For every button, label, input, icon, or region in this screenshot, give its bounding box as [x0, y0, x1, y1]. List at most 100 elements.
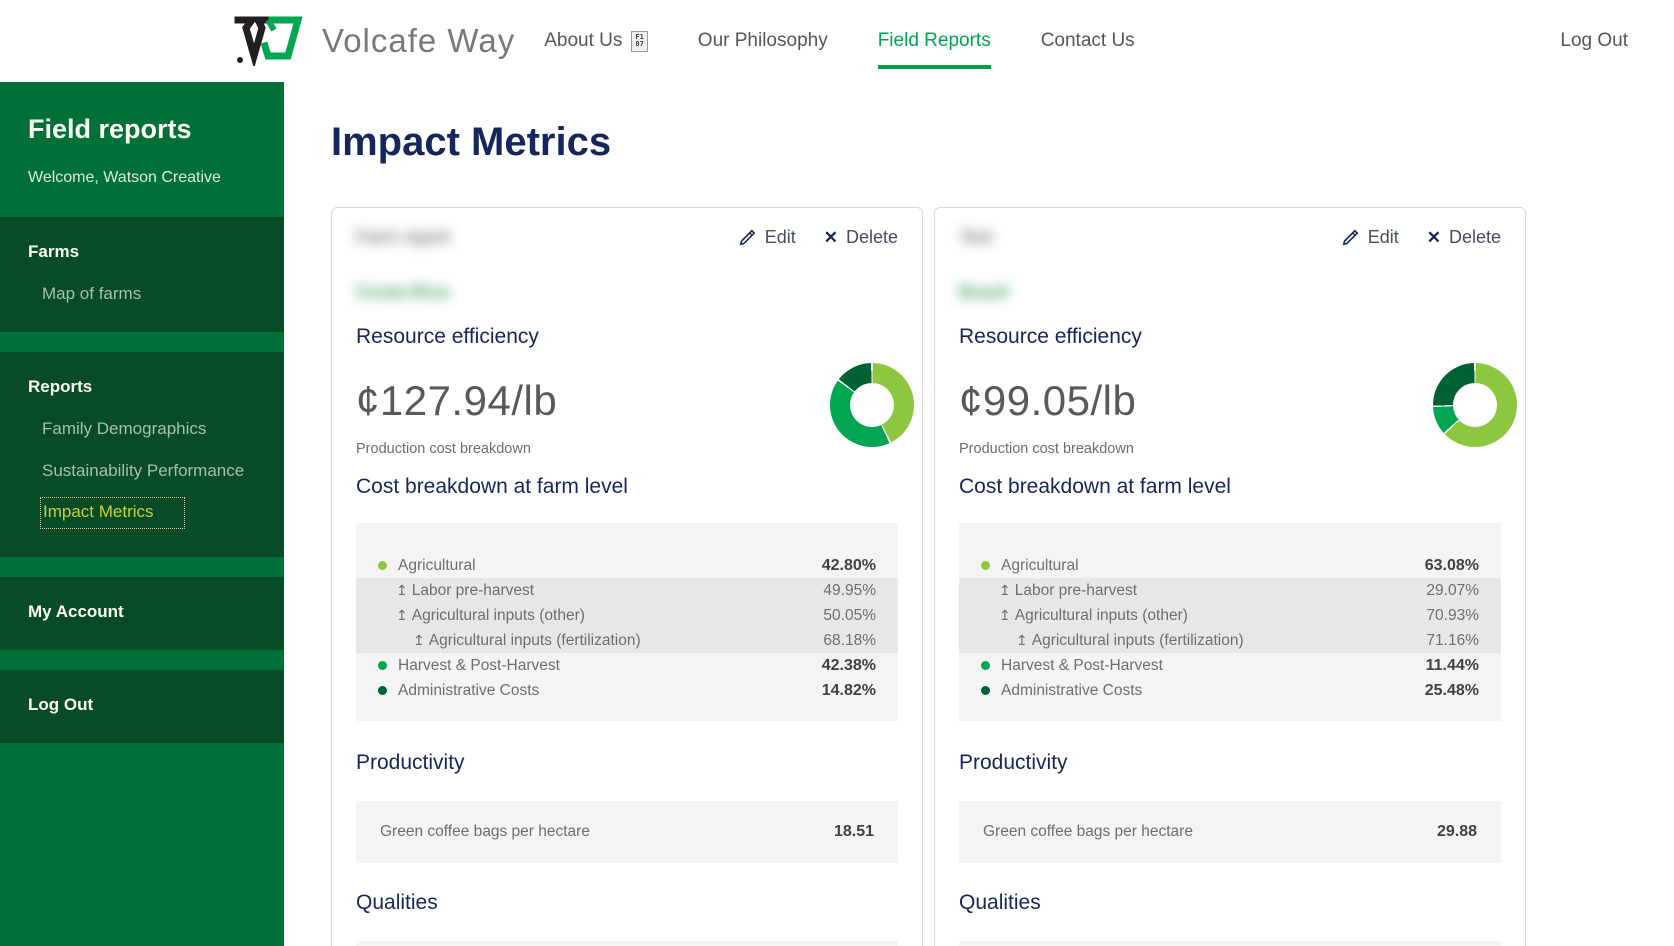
table-subrow: ↥ Agricultural inputs (other) 50.05%	[356, 603, 898, 628]
row-value: 14.82%	[822, 682, 876, 700]
card-1-productivity-heading: Productivity	[356, 751, 898, 775]
agricultural-bullet-icon	[378, 561, 387, 570]
sidebar-item-family-demographics[interactable]: Family Demographics	[42, 419, 256, 439]
brand-logo[interactable]: Volcafe Way	[232, 16, 515, 66]
table-row: Harvest & Post-Harvest 42.38%	[356, 653, 898, 678]
top-header: Volcafe Way About Us F1 07 Our Philosoph…	[0, 0, 1674, 82]
subrow-arrow-icon: ↥	[413, 632, 425, 649]
productivity-label: Green coffee bags per hectare	[983, 823, 1193, 841]
card-2-productivity-panel: Green coffee bags per hectare 29.88	[959, 801, 1501, 863]
row-value: 71.16%	[1426, 632, 1479, 650]
card-1-edit-label: Edit	[765, 227, 796, 248]
card-1-cost-per-lb: ¢127.94/lb	[356, 377, 557, 425]
report-card-1: Farm report Edit ✕ Delete	[331, 207, 923, 946]
card-1-breakdown-heading: Cost breakdown at farm level	[356, 475, 898, 499]
card-2-edit-button[interactable]: Edit	[1341, 227, 1399, 248]
nav-field-reports-label: Field Reports	[878, 30, 991, 52]
card-1-cost-caption: Production cost breakdown	[356, 441, 557, 457]
delete-x-icon: ✕	[824, 229, 838, 246]
row-value: 68.18%	[823, 632, 876, 650]
card-1-delete-button[interactable]: ✕ Delete	[824, 227, 898, 248]
report-cards: Farm report Edit ✕ Delete	[331, 207, 1526, 946]
card-2-header: Test Edit ✕ Delete	[959, 222, 1501, 252]
table-row: Agricultural 63.08%	[959, 553, 1501, 578]
sidebar-log-out-heading[interactable]: Log Out	[28, 695, 256, 715]
card-1-actions: Edit ✕ Delete	[738, 227, 898, 248]
card-1-cost-row: ¢127.94/lb Production cost breakdown	[356, 349, 898, 457]
donut-hole	[1453, 383, 1497, 427]
nav-about-us[interactable]: About Us F1 07	[519, 0, 673, 82]
card-2-delete-button[interactable]: ✕ Delete	[1427, 227, 1501, 248]
app-body: Field reports Welcome, Watson Creative F…	[0, 82, 1674, 946]
subrow-arrow-icon: ↥	[1016, 632, 1028, 649]
subrow-arrow-icon: ↥	[396, 607, 408, 624]
row-value: 49.95%	[823, 582, 876, 600]
row-value: 11.44%	[1426, 657, 1479, 675]
sidebar-section-farms: Farms Map of farms	[0, 217, 284, 332]
sidebar-welcome-text: Welcome, Watson Creative	[28, 169, 256, 187]
table-row: Administrative Costs 25.48%	[959, 678, 1501, 703]
card-1-delete-label: Delete	[846, 227, 898, 248]
row-label: Harvest & Post-Harvest	[398, 657, 822, 675]
admin-bullet-icon	[981, 686, 990, 695]
card-1-edit-button[interactable]: Edit	[738, 227, 796, 248]
card-2-report-name-redacted: Test	[959, 227, 992, 248]
card-2-qualities-panel	[959, 941, 1501, 946]
main-nav: About Us F1 07 Our Philosophy Field Repo…	[519, 0, 1159, 82]
card-1-resource-efficiency-heading: Resource efficiency	[356, 325, 898, 349]
sidebar-section-log-out[interactable]: Log Out	[0, 670, 284, 743]
header-logout-link[interactable]: Log Out	[1560, 30, 1628, 52]
card-2-delete-label: Delete	[1449, 227, 1501, 248]
row-label: Agricultural inputs (fertilization)	[1032, 632, 1427, 650]
table-subrow: ↥ Agricultural inputs (other) 70.93%	[959, 603, 1501, 628]
card-2-cost-row: ¢99.05/lb Production cost breakdown	[959, 349, 1501, 457]
sidebar-item-sustainability-performance[interactable]: Sustainability Performance	[42, 461, 256, 481]
report-card-2: Test Edit ✕ Delete B	[934, 207, 1526, 946]
card-1-qualities-heading: Qualities	[356, 891, 898, 915]
row-value: 25.48%	[1425, 682, 1479, 700]
nav-our-philosophy-label: Our Philosophy	[698, 30, 828, 52]
row-label: Agricultural inputs (other)	[1015, 607, 1427, 625]
nav-about-us-label: About Us	[544, 30, 622, 52]
sidebar-item-impact-metrics[interactable]: Impact Metrics	[40, 497, 185, 529]
row-value: 63.08%	[1425, 557, 1479, 575]
table-row: Administrative Costs 14.82%	[356, 678, 898, 703]
card-1-cost-block: ¢127.94/lb Production cost breakdown	[356, 349, 557, 457]
pencil-icon	[738, 228, 757, 247]
harvest-bullet-icon	[981, 661, 990, 670]
missing-glyph-bottom: 07	[635, 41, 643, 49]
sidebar-farms-heading: Farms	[28, 242, 256, 262]
row-value: 70.93%	[1426, 607, 1479, 625]
row-label: Agricultural	[398, 557, 822, 575]
row-label: Agricultural	[1001, 557, 1425, 575]
sidebar-section-my-account[interactable]: My Account	[0, 577, 284, 650]
sidebar-item-map-of-farms[interactable]: Map of farms	[42, 284, 256, 304]
sidebar-my-account-heading[interactable]: My Account	[28, 602, 256, 622]
row-value: 29.07%	[1426, 582, 1479, 600]
table-subrow: ↥ Agricultural inputs (fertilization) 68…	[356, 628, 898, 653]
card-2-origin-redacted: Brazil	[959, 282, 1008, 303]
brand-name: Volcafe Way	[322, 22, 515, 60]
table-row: Harvest & Post-Harvest 11.44%	[959, 653, 1501, 678]
card-2-cost-per-lb: ¢99.05/lb	[959, 377, 1136, 425]
row-value: 42.80%	[822, 557, 876, 575]
agricultural-bullet-icon	[981, 561, 990, 570]
card-1-qualities-panel	[356, 941, 898, 946]
nav-contact-us[interactable]: Contact Us	[1016, 0, 1160, 82]
nav-our-philosophy[interactable]: Our Philosophy	[673, 0, 853, 82]
card-1-donut-chart	[830, 363, 914, 447]
donut-hole	[850, 383, 894, 427]
card-1-header: Farm report Edit ✕ Delete	[356, 222, 898, 252]
row-label: Agricultural inputs (other)	[412, 607, 824, 625]
card-2-resource-efficiency-heading: Resource efficiency	[959, 325, 1501, 349]
card-1-report-name-redacted: Farm report	[356, 227, 450, 248]
subrow-arrow-icon: ↥	[999, 582, 1011, 599]
nav-field-reports[interactable]: Field Reports	[853, 0, 1016, 82]
row-label: Harvest & Post-Harvest	[1001, 657, 1426, 675]
row-value: 42.38%	[822, 657, 876, 675]
main-content: Impact Metrics Farm report Edit ✕	[284, 82, 1674, 946]
table-subrow: ↥ Labor pre-harvest 49.95%	[356, 578, 898, 603]
sidebar-section-reports: Reports Family Demographics Sustainabili…	[0, 352, 284, 557]
card-2-productivity-heading: Productivity	[959, 751, 1501, 775]
table-subrow: ↥ Labor pre-harvest 29.07%	[959, 578, 1501, 603]
